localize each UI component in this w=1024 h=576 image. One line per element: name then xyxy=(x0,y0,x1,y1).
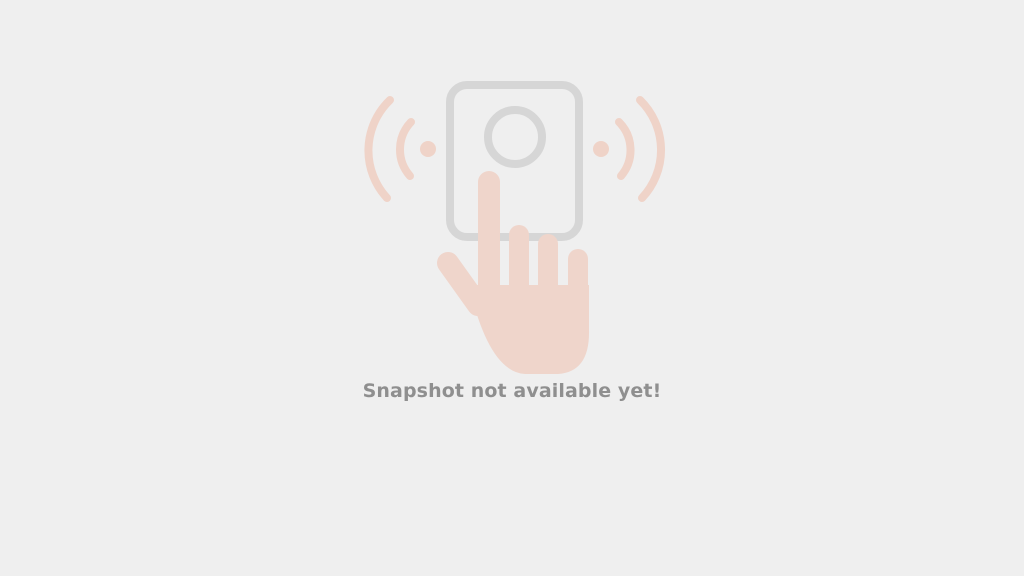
snapshot-unavailable-message: Snapshot not available yet! xyxy=(362,380,662,402)
right-signal-dot xyxy=(593,141,609,157)
left-signal-waves-icon xyxy=(364,96,415,202)
snapshot-placeholder-screen: Snapshot not available yet! xyxy=(0,0,1024,576)
left-signal-dot xyxy=(420,141,436,157)
right-signal-waves-icon xyxy=(615,96,666,202)
doorbell-press-icon xyxy=(364,81,666,374)
hand-shape xyxy=(437,171,590,374)
doorbell-button-shape xyxy=(484,106,546,168)
